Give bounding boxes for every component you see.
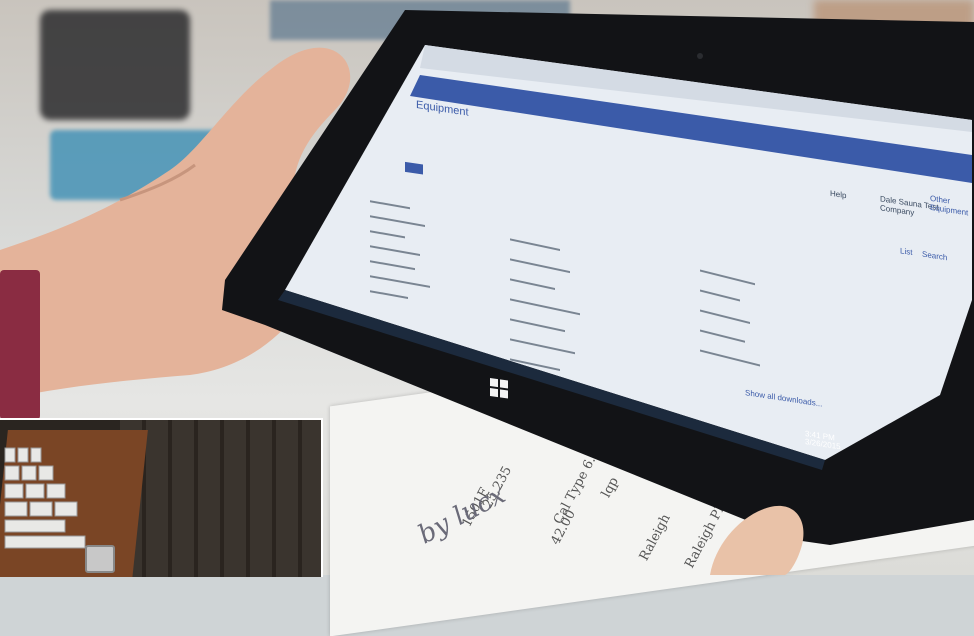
inset-gauge-block-photo (0, 418, 323, 577)
gauge-blocks (4, 447, 86, 549)
case-latch-icon (85, 545, 115, 573)
page-title: Equipment (416, 98, 469, 119)
left-hand (0, 47, 351, 400)
right-thumb (710, 505, 804, 575)
sleeve (0, 270, 40, 420)
search-link[interactable]: Search (922, 250, 947, 263)
list-link[interactable]: List (900, 246, 912, 257)
background-person (814, 0, 974, 90)
background-shelf (270, 0, 570, 40)
wood-panel (120, 420, 321, 577)
help-link[interactable]: Help (830, 189, 846, 200)
